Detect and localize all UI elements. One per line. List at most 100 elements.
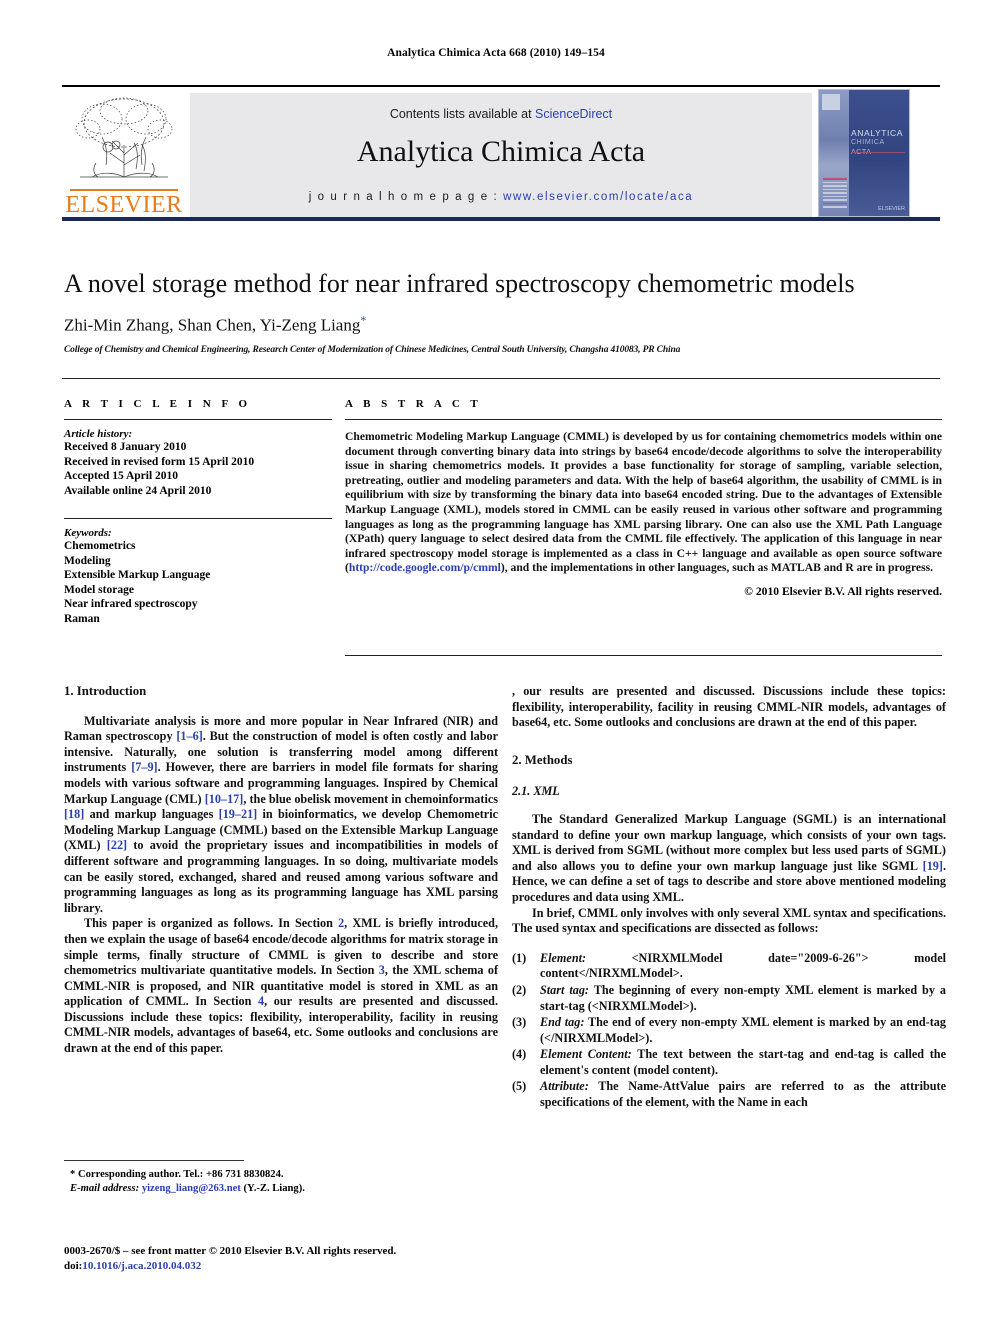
contents-prefix: Contents lists available at bbox=[389, 107, 536, 121]
list-marker: (2) bbox=[512, 982, 527, 997]
list-item: (5) Attribute: The Name-AttValue pairs ar… bbox=[512, 1079, 946, 1110]
abstract-bottom-rule bbox=[345, 655, 942, 656]
intro-text: , the blue obelisk movement in chemoinfo… bbox=[243, 791, 498, 806]
sciencedirect-link[interactable]: ScienceDirect bbox=[535, 107, 612, 121]
homepage-url-link[interactable]: www.elsevier.com/locate/aca bbox=[503, 191, 693, 203]
doi-link[interactable]: 10.1016/j.aca.2010.04.032 bbox=[82, 1260, 201, 1272]
list-term: Attribute: bbox=[540, 1079, 589, 1094]
list-item: (1) Element: <NIRXMLModel date="2009-6-26… bbox=[512, 951, 946, 982]
abstract-heading: A B S T R A C T bbox=[345, 398, 482, 410]
journal-homepage-line: j o u r n a l h o m e p a g e : www.else… bbox=[190, 191, 812, 203]
history-received: Received 8 January 2010 bbox=[64, 441, 187, 453]
cover-publisher-mark: ELSEVIER bbox=[878, 206, 905, 212]
keywords-block: Keywords: Chemometrics Modeling Extensib… bbox=[64, 527, 332, 626]
body-column-left: 1. Introduction Multivariate analysis is… bbox=[64, 684, 498, 1057]
list-item: (3) End tag: The end of every non-empty X… bbox=[512, 1015, 946, 1046]
article-info-heading: A R T I C L E I N F O bbox=[64, 398, 252, 410]
history-revised: Received in revised form 15 April 2010 bbox=[64, 455, 255, 468]
keyword-item: Modeling bbox=[64, 554, 111, 567]
list-text: The Name-AttValue pairs are referred to … bbox=[540, 1079, 946, 1110]
intro-paragraph-1: Multivariate analysis is more and more p… bbox=[64, 714, 498, 917]
author-list: Zhi-Min Zhang, Shan Chen, Yi-Zeng Liang* bbox=[64, 313, 940, 336]
keywords-rule bbox=[64, 518, 332, 519]
xml-text: The Standard Generalized Markup Language… bbox=[512, 811, 946, 873]
section-heading-methods: 2. Methods bbox=[512, 752, 573, 767]
masthead-top-rule bbox=[62, 85, 940, 87]
cover-title-line1: ANALYTICA bbox=[851, 128, 904, 138]
paper-page: Analytica Chimica Acta 668 (2010) 149–15… bbox=[0, 0, 992, 1323]
citation-ref[interactable]: [18] bbox=[64, 807, 84, 821]
citation-ref[interactable]: [1–6] bbox=[176, 729, 202, 743]
list-text: <NIRXMLModel date="2009-6-26"> model con… bbox=[540, 950, 946, 981]
imprint-block: 0003-2670/$ – see front matter © 2010 El… bbox=[64, 1244, 534, 1273]
list-text: The beginning of every non-empty XML ele… bbox=[540, 982, 946, 1013]
xml-syntax-list: (1) Element: <NIRXMLModel date="2009-6-26… bbox=[512, 951, 946, 1111]
email-label: E-mail address: bbox=[70, 1182, 140, 1194]
contents-available-line: Contents lists available at ScienceDirec… bbox=[190, 107, 812, 121]
list-term: End tag: bbox=[540, 1015, 585, 1030]
page-title: A novel storage method for near infrared… bbox=[64, 269, 855, 298]
issn-line: 0003-2670/$ – see front matter © 2010 El… bbox=[64, 1245, 397, 1257]
intro-paragraph-2: This paper is organized as follows. In S… bbox=[64, 916, 498, 1056]
title-bottom-rule bbox=[62, 378, 940, 379]
intro-text: This paper is organized as follows. In S… bbox=[84, 916, 339, 931]
journal-banner: Contents lists available at ScienceDirec… bbox=[190, 93, 812, 219]
abstract-column: A B S T R A C T Chemometric Modeling Mar… bbox=[345, 398, 942, 598]
section-heading-introduction: 1. Introduction bbox=[64, 684, 147, 698]
journal-cover-thumbnail: ANALYTICA CHIMICA ACTA ELSEVIER bbox=[818, 89, 910, 217]
cmml-source-link[interactable]: http://code.google.com/p/cmml bbox=[349, 561, 501, 574]
citation-ref[interactable]: [19–21] bbox=[219, 807, 258, 821]
xml-paragraph-2: In brief, CMML only involves with only s… bbox=[512, 905, 946, 936]
running-head: Analytica Chimica Acta 668 (2010) 149–15… bbox=[387, 47, 605, 59]
homepage-label: j o u r n a l h o m e p a g e : bbox=[308, 191, 504, 203]
subsection-heading-xml: 2.1. XML bbox=[512, 784, 560, 799]
abstract-rule bbox=[345, 419, 942, 420]
cover-title: ANALYTICA CHIMICA ACTA bbox=[851, 128, 907, 158]
keyword-item: Near infrared spectroscopy bbox=[64, 598, 198, 610]
list-term: Element: bbox=[540, 950, 587, 965]
intro-text-continued: , our results are presented and discusse… bbox=[512, 684, 946, 730]
list-marker: (3) bbox=[512, 1015, 527, 1030]
body-column-right: , our results are presented and discusse… bbox=[512, 684, 946, 1112]
abstract-copyright: © 2010 Elsevier B.V. All rights reserved… bbox=[744, 584, 942, 598]
keyword-item: Model storage bbox=[64, 583, 134, 596]
xml-paragraph-1: The Standard Generalized Markup Language… bbox=[512, 812, 946, 906]
elsevier-wordmark: ELSEVIER bbox=[65, 192, 183, 218]
footnote-rule bbox=[64, 1160, 244, 1161]
list-text: The end of every non-empty XML element i… bbox=[540, 1015, 946, 1045]
intro-text: and markup languages bbox=[84, 807, 219, 822]
masthead-bottom-rule bbox=[62, 217, 940, 221]
journal-title: Analytica Chimica Acta bbox=[356, 135, 646, 168]
elsevier-logo-rule bbox=[70, 189, 178, 191]
list-marker: (4) bbox=[512, 1047, 527, 1062]
intro-text: to avoid the proprietary issues and inco… bbox=[64, 838, 498, 915]
corresponding-author-marker: * bbox=[360, 313, 367, 327]
affiliation: College of Chemistry and Chemical Engine… bbox=[64, 344, 681, 355]
elsevier-tree-icon bbox=[75, 97, 173, 178]
keyword-item: Chemometrics bbox=[64, 540, 136, 552]
list-marker: (5) bbox=[512, 1079, 527, 1094]
citation-ref[interactable]: [19] bbox=[923, 859, 943, 873]
keyword-item: Raman bbox=[64, 612, 100, 625]
list-marker: (1) bbox=[512, 950, 527, 965]
corresponding-author-note: * Corresponding author. Tel.: +86 731 88… bbox=[70, 1169, 284, 1180]
article-history-label: Article history: bbox=[64, 428, 133, 440]
intro-continuation: , our results are presented and discusse… bbox=[512, 684, 946, 731]
cover-divider bbox=[851, 152, 905, 153]
list-item: (4) Element Content: The text between the… bbox=[512, 1047, 946, 1078]
citation-ref[interactable]: [7–9] bbox=[131, 760, 157, 774]
author-names: Zhi-Min Zhang, Shan Chen, Yi-Zeng Liang bbox=[64, 315, 361, 335]
footnote-block: * Corresponding author. Tel.: +86 731 88… bbox=[64, 1168, 498, 1195]
citation-ref[interactable]: [10–17] bbox=[205, 792, 244, 806]
citation-ref[interactable]: [22] bbox=[107, 838, 127, 852]
list-item: (2) Start tag: The beginning of every non… bbox=[512, 983, 946, 1014]
abstract-part-2: ), and the implementations in other lang… bbox=[500, 561, 933, 575]
doi-label: doi: bbox=[64, 1259, 83, 1272]
email-link[interactable]: yizeng_liang@263.net bbox=[142, 1183, 241, 1194]
doi-line: doi:10.1016/j.aca.2010.04.032 bbox=[64, 1259, 534, 1274]
cover-text-lines bbox=[823, 178, 847, 210]
article-info-column: A R T I C L E I N F O Article history: R… bbox=[64, 398, 332, 626]
abstract-text: Chemometric Modeling Markup Language (CM… bbox=[345, 430, 942, 576]
history-online: Available online 24 April 2010 bbox=[64, 484, 212, 497]
keyword-item: Extensible Markup Language bbox=[64, 569, 211, 581]
